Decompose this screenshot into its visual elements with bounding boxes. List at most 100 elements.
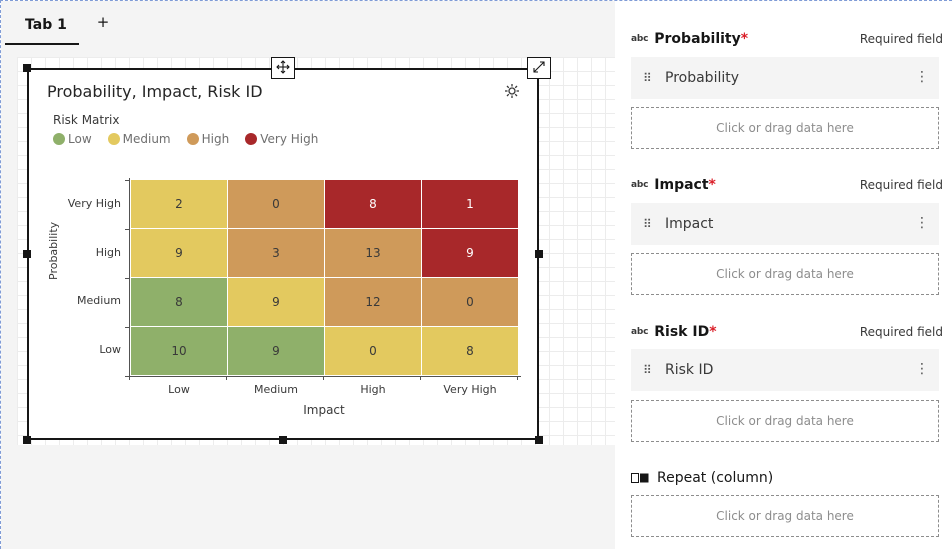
resize-handle-right[interactable]: [535, 250, 543, 258]
drop-zone[interactable]: Click or drag data here: [631, 495, 939, 537]
legend-dot-medium: [107, 133, 120, 145]
heatmap-cell[interactable]: 0: [228, 180, 324, 228]
resize-handle-left[interactable]: [23, 250, 31, 258]
slot-item-risk-id[interactable]: ⠿ Risk ID ⋮: [631, 349, 939, 391]
legend-dot-very-high: [245, 133, 258, 145]
required-field-text: Required field: [859, 32, 943, 46]
y-tick-mark: [125, 278, 129, 279]
required-star: *: [709, 324, 717, 340]
y-tick-label: High: [95, 246, 121, 259]
heatmap-cell[interactable]: 8: [325, 180, 421, 228]
heatmap-cell[interactable]: 3: [228, 229, 324, 277]
heatmap-cell[interactable]: 12: [325, 278, 421, 326]
legend-dot-high: [186, 133, 199, 145]
heatmap-cell[interactable]: 10: [131, 327, 227, 375]
x-tick-label: Medium: [254, 383, 298, 396]
y-tick-mark: [125, 180, 129, 181]
slot-item-impact[interactable]: ⠿ Impact ⋮: [631, 203, 939, 245]
resize-handle-top-left[interactable]: [23, 64, 31, 72]
drop-zone[interactable]: Click or drag data here: [631, 400, 939, 442]
data-slots-panel: abc Probability * Required field ⠿ Probab…: [615, 1, 952, 549]
move-button[interactable]: [271, 57, 295, 79]
legend-label: Low: [68, 132, 92, 146]
settings-icon[interactable]: [503, 82, 521, 100]
heatmap-widget[interactable]: Probability, Impact, Risk ID Risk Matrix: [27, 68, 539, 440]
active-tab-indicator: [5, 43, 79, 45]
x-tick-label: Low: [168, 383, 190, 396]
heatmap-cell[interactable]: 0: [325, 327, 421, 375]
y-tick-label: Very High: [67, 197, 121, 210]
heatmap-cell[interactable]: 0: [422, 278, 518, 326]
slot-item-label: Impact: [665, 216, 714, 232]
heatmap-cell[interactable]: 9: [131, 229, 227, 277]
canvas-area: Tab 1 + Probability, Impact, Risk ID Ris…: [1, 1, 615, 549]
slot-header-risk-id: abc Risk ID * Required field: [631, 322, 943, 342]
heatmap-cell[interactable]: 9: [422, 229, 518, 277]
text-type-icon: abc: [631, 34, 649, 44]
overflow-menu-icon[interactable]: ⋮: [915, 361, 929, 377]
legend-label: High: [201, 132, 230, 146]
tab-label: Tab 1: [25, 17, 67, 33]
heatmap-cell[interactable]: 9: [228, 327, 324, 375]
x-tick-mark: [420, 376, 421, 380]
slot-item-probability[interactable]: ⠿ Probability ⋮: [631, 57, 939, 99]
required-star: *: [740, 31, 749, 47]
widget-title: Probability, Impact, Risk ID: [47, 82, 263, 101]
x-axis-line: [129, 376, 521, 377]
tab-1[interactable]: Tab 1: [5, 9, 79, 45]
heatmap-cell[interactable]: 2: [131, 180, 227, 228]
slot-header-probability: abc Probability * Required field: [631, 29, 943, 49]
drop-zone[interactable]: Click or drag data here: [631, 253, 939, 295]
legend-label: Medium: [122, 132, 171, 146]
y-axis-line: [129, 178, 130, 378]
heatmap-cell[interactable]: 1: [422, 180, 518, 228]
y-tick-label: Low: [99, 343, 121, 356]
tab-bar: Tab 1 +: [1, 1, 615, 47]
heatmap-cell[interactable]: 9: [228, 278, 324, 326]
x-tick-mark: [517, 376, 518, 380]
required-star: *: [708, 177, 716, 193]
legend: Low Medium High Very High: [53, 131, 334, 147]
add-tab-button[interactable]: +: [95, 13, 111, 31]
y-tick-mark: [125, 229, 129, 230]
resize-handle-bottom-left[interactable]: [23, 436, 31, 444]
x-tick-mark: [129, 376, 130, 380]
x-tick-label: Very High: [443, 383, 497, 396]
legend-item-high[interactable]: High: [186, 132, 230, 146]
heatmap-grid: 2 0 8 1 9 3 13 9 8 9 12 0 10 9 0 8: [131, 180, 519, 376]
move-icon: [276, 59, 290, 78]
legend-item-low[interactable]: Low: [53, 132, 92, 146]
drag-handle-icon[interactable]: ⠿: [643, 217, 653, 231]
overflow-menu-icon[interactable]: ⋮: [915, 69, 929, 85]
text-type-icon: abc: [631, 180, 649, 190]
slot-header-repeat: Repeat (column): [631, 468, 943, 488]
required-field-text: Required field: [859, 325, 943, 339]
slot-header-impact: abc Impact * Required field: [631, 175, 943, 195]
slot-name: Probability: [654, 31, 741, 47]
drop-zone[interactable]: Click or drag data here: [631, 107, 939, 149]
required-field-text: Required field: [859, 178, 943, 192]
heatmap-cell[interactable]: 13: [325, 229, 421, 277]
repeat-column-icon: [631, 473, 649, 483]
heatmap-cell[interactable]: 8: [131, 278, 227, 326]
legend-item-very-high[interactable]: Very High: [245, 132, 318, 146]
resize-handle-bottom[interactable]: [279, 436, 287, 444]
slot-name: Repeat (column): [657, 470, 774, 486]
drag-handle-icon[interactable]: ⠿: [643, 71, 653, 85]
expand-icon: [532, 59, 546, 78]
x-tick-mark: [226, 376, 227, 380]
y-tick-mark: [125, 327, 129, 328]
drag-handle-icon[interactable]: ⠿: [643, 363, 653, 377]
legend-item-medium[interactable]: Medium: [107, 132, 171, 146]
overflow-menu-icon[interactable]: ⋮: [915, 215, 929, 231]
slot-item-label: Risk ID: [665, 362, 714, 378]
resize-handle-bottom-right[interactable]: [535, 436, 543, 444]
slot-name: Risk ID: [654, 324, 710, 340]
x-axis-title: Impact: [303, 403, 345, 417]
y-tick-label: Medium: [77, 294, 121, 307]
text-type-icon: abc: [631, 327, 649, 337]
expand-button[interactable]: [527, 57, 551, 79]
slot-name: Impact: [654, 177, 709, 193]
app-window: Tab 1 + Probability, Impact, Risk ID Ris…: [0, 0, 952, 549]
heatmap-cell[interactable]: 8: [422, 327, 518, 375]
